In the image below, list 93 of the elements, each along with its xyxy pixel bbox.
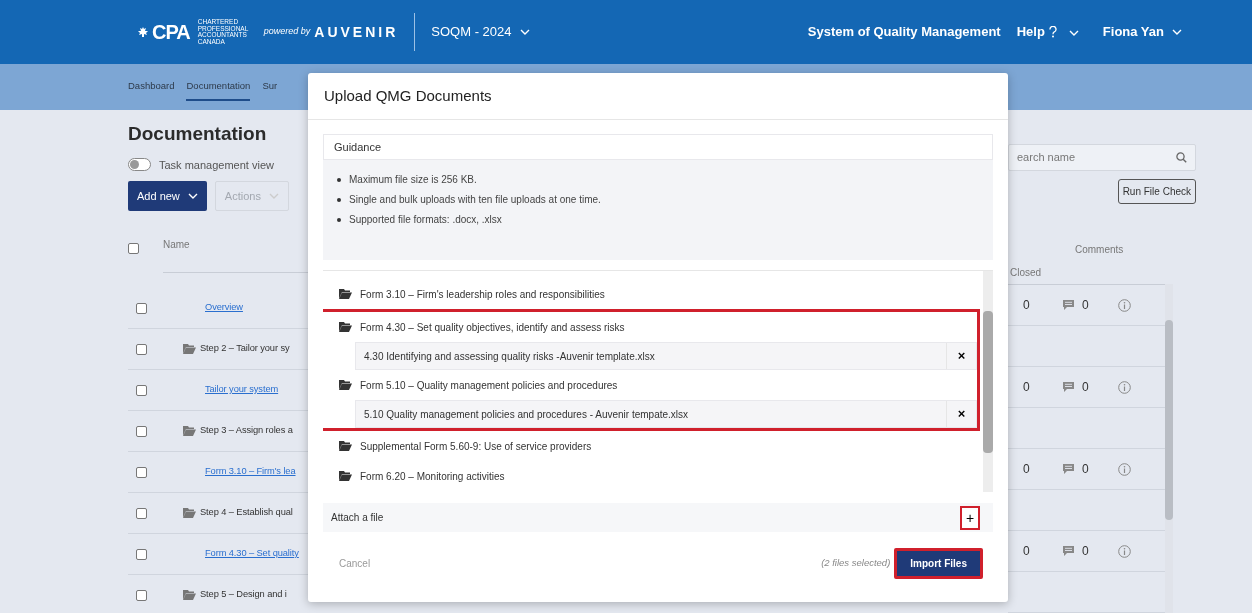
document-link[interactable]: Overview bbox=[205, 301, 243, 315]
row-checkbox[interactable] bbox=[136, 343, 147, 355]
logo: CPA bbox=[152, 20, 190, 45]
bullet-icon bbox=[337, 198, 341, 202]
column-header: Name bbox=[163, 239, 190, 250]
bullet-icon bbox=[337, 178, 341, 182]
closed-count: 0 bbox=[1023, 297, 1031, 314]
folder-label: Step 2 – Tailor your sy bbox=[200, 342, 290, 356]
folder-label: Form 6.20 – Monitoring activities bbox=[360, 469, 505, 484]
guidance-item: Supported file formats: .docx, .xlsx bbox=[349, 213, 502, 227]
document-link[interactable]: Form 3.10 – Firm's lea bbox=[205, 465, 296, 479]
comment-count: 0 bbox=[1082, 297, 1089, 314]
search-icon bbox=[1176, 152, 1187, 163]
row-checkbox[interactable] bbox=[136, 302, 147, 314]
nav-tab[interactable]: Documentation bbox=[186, 72, 251, 102]
comment-count: 0 bbox=[1082, 543, 1089, 560]
remove-button[interactable]: × bbox=[946, 343, 976, 369]
closed-count: 0 bbox=[1023, 379, 1031, 396]
question-icon bbox=[1048, 26, 1057, 38]
import-files-button[interactable]: Import Files bbox=[894, 548, 983, 579]
add-new-button[interactable]: Add new bbox=[128, 181, 207, 211]
closed-count: 0 bbox=[1023, 543, 1031, 560]
row-checkbox[interactable] bbox=[136, 589, 147, 601]
comment-icon bbox=[1063, 464, 1074, 474]
column-header: Comments bbox=[1075, 243, 1125, 257]
select-all-checkbox[interactable] bbox=[128, 243, 139, 254]
chevron-down-icon bbox=[268, 193, 279, 199]
chevron-down-icon bbox=[519, 29, 530, 35]
user-menu[interactable]: Fiona Yan bbox=[1102, 22, 1182, 42]
toggle-switch[interactable] bbox=[128, 158, 151, 172]
folder-icon bbox=[183, 508, 196, 518]
powered-by-text: powered by bbox=[263, 25, 311, 39]
brand-name: AUVENIR bbox=[314, 22, 399, 42]
comment-count: 0 bbox=[1082, 379, 1089, 396]
folder-label: Form 5.10 – Quality management policies and procedures bbox=[360, 378, 618, 393]
row-checkbox[interactable] bbox=[136, 425, 147, 437]
folder-label: Form 3.10 – Firm's leadership roles and responsibilities bbox=[360, 287, 605, 302]
guidance-item: Maximum file size is 256 KB. bbox=[349, 173, 477, 187]
selection-note: (2 files selected) bbox=[821, 556, 891, 571]
chevron-down-icon bbox=[1172, 29, 1182, 35]
page-title: Documentation bbox=[128, 122, 268, 146]
comment-icon bbox=[1063, 546, 1074, 556]
nav-tab[interactable]: Sur bbox=[262, 72, 278, 102]
guidance-header: Guidance bbox=[323, 134, 993, 160]
system-title-link[interactable]: System of Quality Management bbox=[807, 22, 1001, 42]
toggle-label: Task management view bbox=[159, 157, 274, 173]
guidance-item: Single and bulk uploads with ten file uploads at one time. bbox=[349, 193, 601, 207]
run-file-check-button[interactable]: Run File Check bbox=[1117, 179, 1196, 204]
info-icon[interactable] bbox=[1118, 462, 1131, 476]
maple-leaf-icon bbox=[138, 27, 148, 37]
folder-icon bbox=[183, 426, 196, 436]
info-icon[interactable] bbox=[1118, 544, 1131, 558]
document-link[interactable]: Tailor your system bbox=[205, 383, 279, 397]
document-link[interactable]: Form 4.30 – Set quality bbox=[205, 547, 299, 561]
folder-icon bbox=[183, 344, 196, 354]
row-checkbox[interactable] bbox=[136, 548, 147, 560]
comment-icon bbox=[1063, 382, 1074, 392]
column-header: Closed bbox=[1010, 266, 1042, 280]
engagement-dropdown[interactable]: SOQM - 2024 bbox=[431, 22, 530, 42]
folder-label: Step 5 – Design and i bbox=[200, 588, 287, 602]
chevron-down-icon bbox=[187, 193, 198, 199]
add-file-button[interactable]: + bbox=[960, 505, 980, 530]
file-name: 4.30 Identifying and assessing quality risks -Auvenir template.xlsx bbox=[363, 349, 656, 364]
info-icon[interactable] bbox=[1118, 298, 1131, 312]
folder-label: Step 3 – Assign roles a bbox=[200, 424, 293, 438]
cancel-button[interactable]: Cancel bbox=[323, 556, 371, 571]
folder-label: Supplemental Form 5.60-9: Use of service providers bbox=[360, 439, 592, 454]
folder-icon bbox=[339, 289, 352, 299]
bullet-icon bbox=[337, 218, 341, 222]
nav-tab[interactable]: Dashboard bbox=[128, 72, 175, 102]
scrollbar[interactable] bbox=[983, 271, 993, 492]
row-checkbox[interactable] bbox=[136, 466, 147, 478]
folder-label: Form 4.30 – Set quality objectives, identify and assess risks bbox=[360, 320, 625, 335]
closed-count: 0 bbox=[1023, 461, 1031, 478]
comment-count: 0 bbox=[1082, 461, 1089, 478]
row-checkbox[interactable] bbox=[136, 507, 147, 519]
chevron-down-icon bbox=[1068, 29, 1079, 36]
dialog-title: Upload QMG Documents bbox=[324, 85, 492, 106]
folder-icon bbox=[339, 322, 352, 332]
folder-icon bbox=[339, 471, 352, 481]
folder-icon bbox=[183, 590, 196, 600]
folder-icon bbox=[339, 380, 352, 390]
help-menu[interactable]: Help bbox=[1016, 22, 1079, 42]
comment-icon bbox=[1063, 300, 1074, 310]
scrollbar[interactable] bbox=[1165, 284, 1173, 613]
info-icon[interactable] bbox=[1118, 380, 1131, 394]
row-checkbox[interactable] bbox=[136, 384, 147, 396]
attach-label: Attach a file bbox=[331, 511, 384, 525]
remove-button[interactable]: × bbox=[946, 401, 976, 427]
search-field[interactable]: earch name bbox=[1008, 144, 1196, 171]
folder-label: Step 4 – Establish qual bbox=[200, 506, 293, 520]
folder-icon bbox=[339, 441, 352, 451]
file-name: 5.10 Quality management policies and procedures - Auvenir tempate.xlsx bbox=[363, 407, 690, 422]
